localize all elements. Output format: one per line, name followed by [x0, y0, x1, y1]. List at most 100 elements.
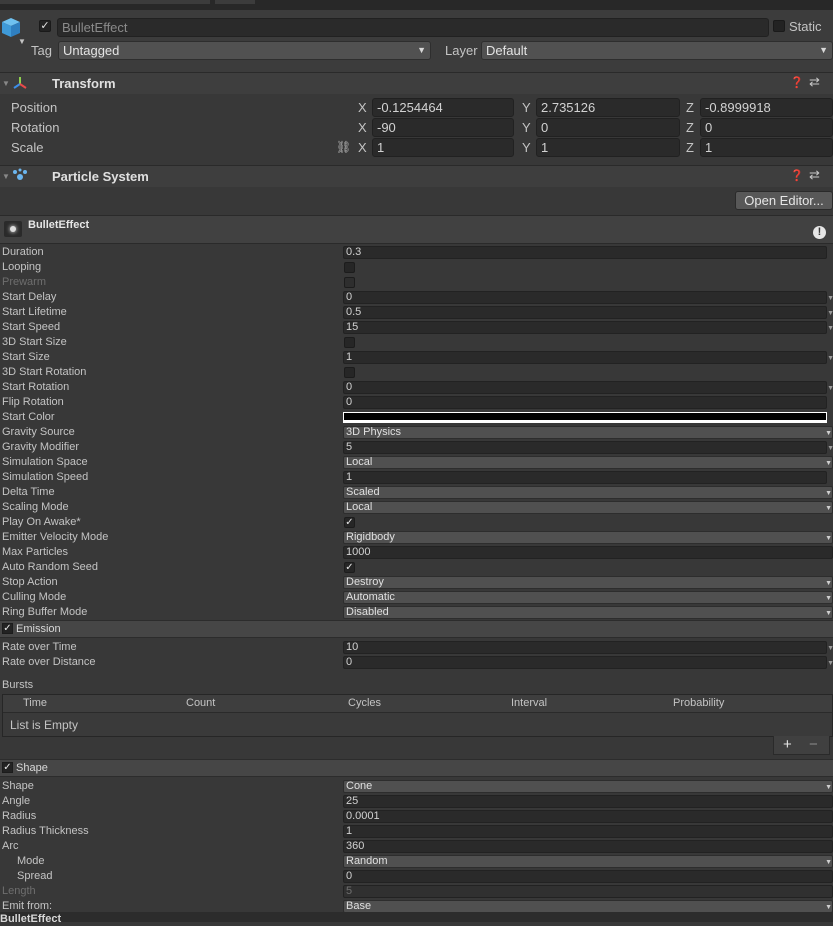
max-particles-field[interactable]: 1000	[343, 546, 833, 559]
length-label: Length	[2, 885, 36, 897]
stop-action-dropdown[interactable]: Destroy ▼	[343, 576, 833, 589]
foldout-arrow-icon[interactable]: ▼	[2, 172, 10, 181]
info-icon[interactable]: !	[813, 226, 826, 239]
chevron-down-icon: ▼	[825, 595, 832, 602]
arc-field[interactable]: 360	[343, 840, 833, 853]
auto-random-seed-row: Auto Random Seed ✓	[0, 560, 833, 575]
length-field: 5	[343, 885, 833, 898]
start-rotation-3d-checkbox[interactable]	[344, 367, 355, 378]
help-icon[interactable]: ❓	[790, 76, 804, 89]
mode-label: Mode	[17, 855, 45, 867]
preview-name: BulletEffect	[0, 913, 62, 925]
layer-dropdown[interactable]: Default ▼	[481, 41, 833, 60]
add-burst-button[interactable]: +	[783, 736, 792, 754]
curve-mode-arrow-icon[interactable]: ▼	[827, 383, 833, 394]
position-z-field[interactable]: -0.8999918	[700, 98, 833, 117]
remove-burst-button[interactable]: −	[809, 736, 818, 754]
gravity-source-label: Gravity Source	[2, 426, 75, 438]
chevron-down-icon: ▼	[825, 505, 832, 512]
curve-mode-arrow-icon[interactable]: ▼	[827, 643, 833, 654]
start-rotation-field[interactable]: 0 ▼	[343, 381, 833, 394]
start-delay-field[interactable]: 0 ▼	[343, 291, 833, 304]
gravity-source-dropdown[interactable]: 3D Physics ▼	[343, 426, 833, 439]
shape-enabled-checkbox[interactable]: ✓	[2, 762, 13, 773]
gravity-modifier-field[interactable]: 5 ▼	[343, 441, 833, 454]
settings-sliders-icon[interactable]: ⇄	[809, 167, 820, 183]
start-size-field[interactable]: 1 ▼	[343, 351, 833, 364]
radius-field[interactable]: 0.0001	[343, 810, 833, 823]
curve-mode-arrow-icon[interactable]: ▼	[827, 323, 833, 334]
simulation-speed-field[interactable]: 1	[343, 471, 827, 484]
shape-dropdown[interactable]: Cone ▼	[343, 780, 833, 793]
mode-row: Mode Random ▼	[0, 854, 833, 869]
particle-system-name-bar[interactable]	[0, 215, 833, 244]
culling-mode-label: Culling Mode	[2, 591, 67, 603]
gameobject-name-field[interactable]: BulletEffect	[57, 18, 769, 37]
ring-buffer-mode-dropdown[interactable]: Disabled ▼	[343, 606, 833, 619]
scale-z-field[interactable]: 1	[700, 138, 833, 157]
rate-over-distance-field[interactable]: 0 ▼	[343, 656, 833, 669]
start-color-swatch[interactable]	[343, 412, 827, 423]
angle-label: Angle	[2, 795, 31, 807]
start-size-3d-label: 3D Start Size	[2, 336, 67, 348]
scale-y-field[interactable]: 1	[536, 138, 680, 157]
help-icon[interactable]: ❓	[790, 169, 804, 182]
rotation-z-field[interactable]: 0	[700, 118, 833, 137]
curve-mode-arrow-icon[interactable]: ▼	[827, 293, 833, 304]
scale-x-field[interactable]: 1	[372, 138, 514, 157]
shape-module-header[interactable]: ✓ Shape	[0, 759, 833, 777]
radius-row: Radius 0.0001	[0, 809, 833, 824]
radius-thickness-label: Radius Thickness	[2, 825, 89, 837]
curve-mode-arrow-icon[interactable]: ▼	[827, 443, 833, 454]
transform-header[interactable]	[0, 72, 833, 94]
tag-label: Tag	[31, 43, 52, 58]
position-y-field[interactable]: 2.735126	[536, 98, 680, 117]
position-x-field[interactable]: -0.1254464	[372, 98, 514, 117]
flip-rotation-field[interactable]: 0	[343, 396, 827, 409]
culling-mode-dropdown[interactable]: Automatic ▼	[343, 591, 833, 604]
auto-random-seed-label: Auto Random Seed	[2, 561, 99, 573]
simulation-speed-row: Simulation Speed 1	[0, 470, 833, 485]
simulation-space-dropdown[interactable]: Local ▼	[343, 456, 833, 469]
start-speed-field[interactable]: 15 ▼	[343, 321, 833, 334]
axis-z-label: Z	[686, 120, 694, 135]
scaling-mode-dropdown[interactable]: Local ▼	[343, 501, 833, 514]
play-on-awake-checkbox[interactable]: ✓	[344, 517, 355, 528]
static-checkbox[interactable]	[773, 20, 785, 32]
rate-over-distance-row: Rate over Distance 0 ▼	[0, 655, 833, 670]
mode-dropdown[interactable]: Random ▼	[343, 855, 833, 868]
ring-buffer-mode-row: Ring Buffer Mode Disabled ▼	[0, 605, 833, 620]
bursts-table-header: Time Count Cycles Interval Probability	[3, 695, 832, 713]
start-size-3d-checkbox[interactable]	[344, 337, 355, 348]
duration-field[interactable]: 0.3	[343, 246, 827, 259]
max-particles-label: Max Particles	[2, 546, 69, 558]
auto-random-seed-checkbox[interactable]: ✓	[344, 562, 355, 573]
spread-field[interactable]: 0	[343, 870, 833, 883]
constrain-proportions-link-icon[interactable]: ⛓	[336, 140, 351, 154]
open-editor-button[interactable]: Open Editor...	[735, 191, 833, 210]
foldout-arrow-icon[interactable]: ▼	[2, 79, 10, 88]
emission-enabled-checkbox[interactable]: ✓	[2, 623, 13, 634]
rate-over-time-row: Rate over Time 10 ▼	[0, 640, 833, 655]
curve-mode-arrow-icon[interactable]: ▼	[827, 658, 833, 669]
gameobject-active-checkbox[interactable]: ✓	[39, 20, 51, 32]
emission-module-header[interactable]: ✓ Emission	[0, 620, 833, 638]
rotation-x-field[interactable]: -90	[372, 118, 514, 137]
rate-over-time-field[interactable]: 10 ▼	[343, 641, 833, 654]
angle-field[interactable]: 25	[343, 795, 833, 808]
start-speed-row: Start Speed 15 ▼	[0, 320, 833, 335]
settings-sliders-icon[interactable]: ⇄	[809, 74, 820, 90]
curve-mode-arrow-icon[interactable]: ▼	[827, 353, 833, 364]
top-strip	[0, 0, 833, 10]
emitter-velocity-mode-dropdown[interactable]: Rigidbody ▼	[343, 531, 833, 544]
icon-dropdown-arrow[interactable]: ▼	[18, 37, 26, 46]
looping-checkbox[interactable]	[344, 262, 355, 273]
rotation-y-field[interactable]: 0	[536, 118, 680, 137]
radius-thickness-field[interactable]: 1	[343, 825, 833, 838]
delta-time-dropdown[interactable]: Scaled ▼	[343, 486, 833, 499]
axis-x-label: X	[358, 120, 367, 135]
curve-mode-arrow-icon[interactable]: ▼	[827, 308, 833, 319]
tag-dropdown[interactable]: Untagged ▼	[58, 41, 431, 60]
start-lifetime-field[interactable]: 0.5 ▼	[343, 306, 833, 319]
start-color-label: Start Color	[2, 411, 55, 423]
